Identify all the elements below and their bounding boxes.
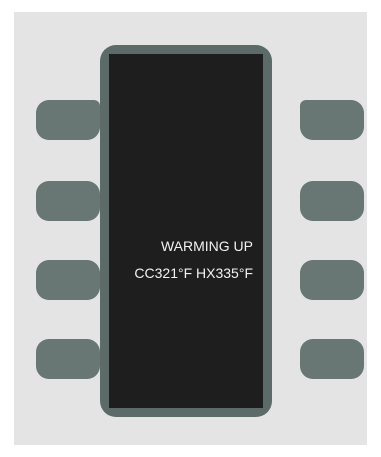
status-text: WARMING UP <box>160 238 253 254</box>
temperature-readout: CC321°F HX335°F <box>134 265 253 281</box>
left-button-1[interactable] <box>36 100 100 140</box>
right-button-4[interactable] <box>300 339 364 379</box>
right-button-1[interactable] <box>300 100 364 140</box>
left-button-3[interactable] <box>36 260 100 300</box>
right-button-2[interactable] <box>300 181 364 221</box>
device-bezel: WARMING UP CC321°F HX335°F <box>100 45 272 417</box>
left-button-4[interactable] <box>36 339 100 379</box>
right-button-3[interactable] <box>300 260 364 300</box>
left-button-2[interactable] <box>36 181 100 221</box>
display-screen: WARMING UP CC321°F HX335°F <box>109 54 263 408</box>
